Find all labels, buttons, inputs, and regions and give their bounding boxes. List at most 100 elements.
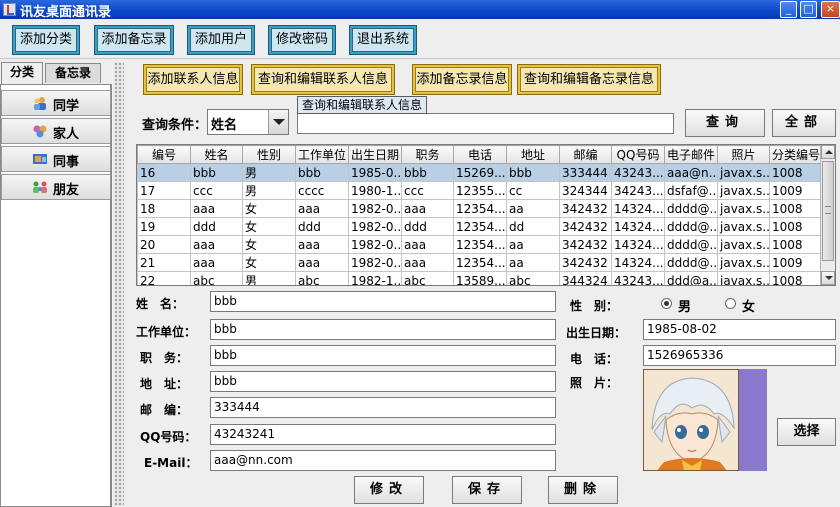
table-row[interactable]: 22 abc 男 abc 1982-1... abc 13589... abc 344324 43… [137, 271, 823, 285]
table-row[interactable]: 19 ddd 女 ddd 1982-0... ddd 12354... dd 342432 143… [137, 217, 823, 236]
close-button[interactable]: × [821, 1, 840, 18]
add-memo-button[interactable]: 添加备忘录 [94, 25, 174, 55]
add-contact-info-button[interactable]: 添加联系人信息 [143, 64, 243, 95]
add-memo-info-button[interactable]: 添加备忘录信息 [412, 64, 512, 95]
table-cell: 男 [242, 163, 296, 182]
query-condition-label: 查询条件： [142, 118, 208, 133]
table-column-header[interactable]: 电话 [453, 145, 507, 164]
table-cell: 女 [242, 235, 296, 254]
scroll-thumb[interactable] [822, 161, 834, 261]
table-cell: aaa@n... [664, 163, 718, 182]
table-cell: 1982-0... [348, 253, 402, 272]
table-cell: javax.s... [717, 235, 770, 254]
table-cell: 1008 [769, 163, 823, 182]
table-column-header[interactable]: 地址 [506, 145, 560, 164]
table-cell: aaa [295, 235, 349, 254]
photo-frame [643, 369, 767, 471]
exit-system-button[interactable]: 退出系统 [349, 25, 417, 55]
category-label: 朋友 [53, 183, 80, 198]
category-item-family[interactable]: 家人 [1, 118, 111, 144]
choose-photo-button[interactable]: 选择 [777, 418, 836, 446]
category-item-classmates[interactable]: 同学 [1, 90, 111, 116]
delete-button[interactable]: 删除 [548, 476, 618, 504]
table-cell: 1982-1... [348, 271, 402, 285]
table-cell: 342432 [559, 235, 612, 254]
table-cell: 22 [137, 271, 191, 285]
work-unit-field[interactable]: bbb [210, 319, 556, 340]
birth-date-field[interactable]: 1985-08-02 [643, 319, 836, 340]
email-field[interactable]: aaa@nn.com [210, 450, 556, 471]
table-cell: aaa [295, 253, 349, 272]
show-all-button[interactable]: 全部 [772, 109, 836, 137]
table-column-header[interactable]: 性别 [242, 145, 296, 164]
chevron-down-icon[interactable] [268, 110, 288, 134]
add-category-button-label: 添加分类 [15, 28, 77, 52]
search-button[interactable]: 查询 [685, 109, 765, 137]
window-titlebar: 讯友桌面通讯录 _ □ × [0, 0, 840, 20]
table-column-header[interactable]: 照片 [717, 145, 770, 164]
query-edit-memo-button[interactable]: 查询和编辑备忘录信息 [517, 64, 661, 95]
table-cell: bbb [190, 163, 243, 182]
table-cell: javax.s... [717, 253, 770, 272]
add-category-button[interactable]: 添加分类 [12, 25, 80, 55]
table-cell: 1982-0... [348, 199, 402, 218]
table-cell: javax.s... [717, 181, 770, 200]
classmate-people-icon [34, 97, 46, 110]
table-cell: aaa [401, 253, 454, 272]
zip-field[interactable]: 333444 [210, 397, 556, 418]
contact-table[interactable]: 编号 姓名 性别 工作单位 出生日期 职务 电话 地址 邮编 QQ号码 电子邮件 照片 分类编号 16 b… [136, 144, 836, 286]
save-button[interactable]: 保存 [452, 476, 522, 504]
phone-label: 电 话： [570, 352, 619, 366]
table-scrollbar[interactable] [820, 145, 835, 285]
radio-unchecked-icon [725, 298, 736, 309]
table-column-header[interactable]: 职务 [401, 145, 454, 164]
scroll-up-icon[interactable] [821, 145, 835, 159]
minimize-button[interactable]: _ [780, 1, 797, 18]
gender-female-label: 女 [742, 300, 756, 315]
table-cell: 12354... [453, 235, 507, 254]
maximize-button[interactable]: □ [800, 1, 817, 18]
tab-category[interactable]: 分类 [1, 62, 43, 84]
modify-button[interactable]: 修改 [354, 476, 424, 504]
tab-memo[interactable]: 备忘录 [45, 63, 101, 83]
table-column-header[interactable]: 电子邮件 [664, 145, 718, 164]
qq-field[interactable]: 43243241 [210, 424, 556, 445]
table-column-header[interactable]: 邮编 [559, 145, 612, 164]
category-label: 同事 [53, 155, 80, 170]
sub-toolbar: 添加联系人信息 查询和编辑联系人信息 添加备忘录信息 查询和编辑备忘录信息 [124, 60, 840, 100]
table-column-header[interactable]: 工作单位 [295, 145, 349, 164]
query-field-select[interactable]: 姓名 [207, 109, 289, 135]
table-cell: 34243... [611, 181, 665, 200]
table-cell: abc [295, 271, 349, 285]
category-item-friends[interactable]: 朋友 [1, 174, 111, 200]
table-row[interactable]: 20 aaa 女 aaa 1982-0... aaa 12354... aa 342432 143… [137, 235, 823, 254]
table-row[interactable]: 18 aaa 女 aaa 1982-0... aaa 12354... aa 342432 143… [137, 199, 823, 218]
add-user-button[interactable]: 添加用户 [187, 25, 255, 55]
change-password-button[interactable]: 修改密码 [268, 25, 336, 55]
category-item-colleagues[interactable]: 同事 [1, 146, 111, 172]
phone-field[interactable]: 1526965336 [643, 345, 836, 366]
panel-splitter[interactable] [114, 62, 124, 507]
table-cell: 12354... [453, 217, 507, 236]
table-row[interactable]: 16 bbb 男 bbb 1985-0... bbb 15269... bbb 333444 43… [137, 163, 823, 182]
query-edit-contact-button[interactable]: 查询和编辑联系人信息 [251, 64, 395, 95]
scroll-down-icon[interactable] [821, 271, 835, 285]
table-column-header[interactable]: 分类编号 [769, 145, 823, 164]
table-column-header[interactable]: 编号 [137, 145, 191, 164]
address-field[interactable]: bbb [210, 371, 556, 392]
table-cell: aa [506, 199, 560, 218]
table-cell: 1008 [769, 235, 823, 254]
name-label: 姓 名： [136, 297, 185, 311]
query-input[interactable] [297, 113, 674, 134]
name-field[interactable]: bbb [210, 291, 556, 312]
table-row[interactable]: 17 ccc 男 cccc 1980-1... ccc 12355... cc 324344 34… [137, 181, 823, 200]
left-tabs: 分类 备忘录 [0, 62, 112, 84]
table-column-header[interactable]: 出生日期 [348, 145, 402, 164]
table-column-header[interactable]: 姓名 [190, 145, 243, 164]
table-cell: 342432 [559, 253, 612, 272]
category-label: 家人 [53, 127, 80, 142]
job-title-field[interactable]: bbb [210, 345, 556, 366]
app-icon [3, 3, 16, 16]
table-column-header[interactable]: QQ号码 [611, 145, 665, 164]
table-row[interactable]: 21 aaa 女 aaa 1982-0... aaa 12354... aa 342432 143… [137, 253, 823, 272]
